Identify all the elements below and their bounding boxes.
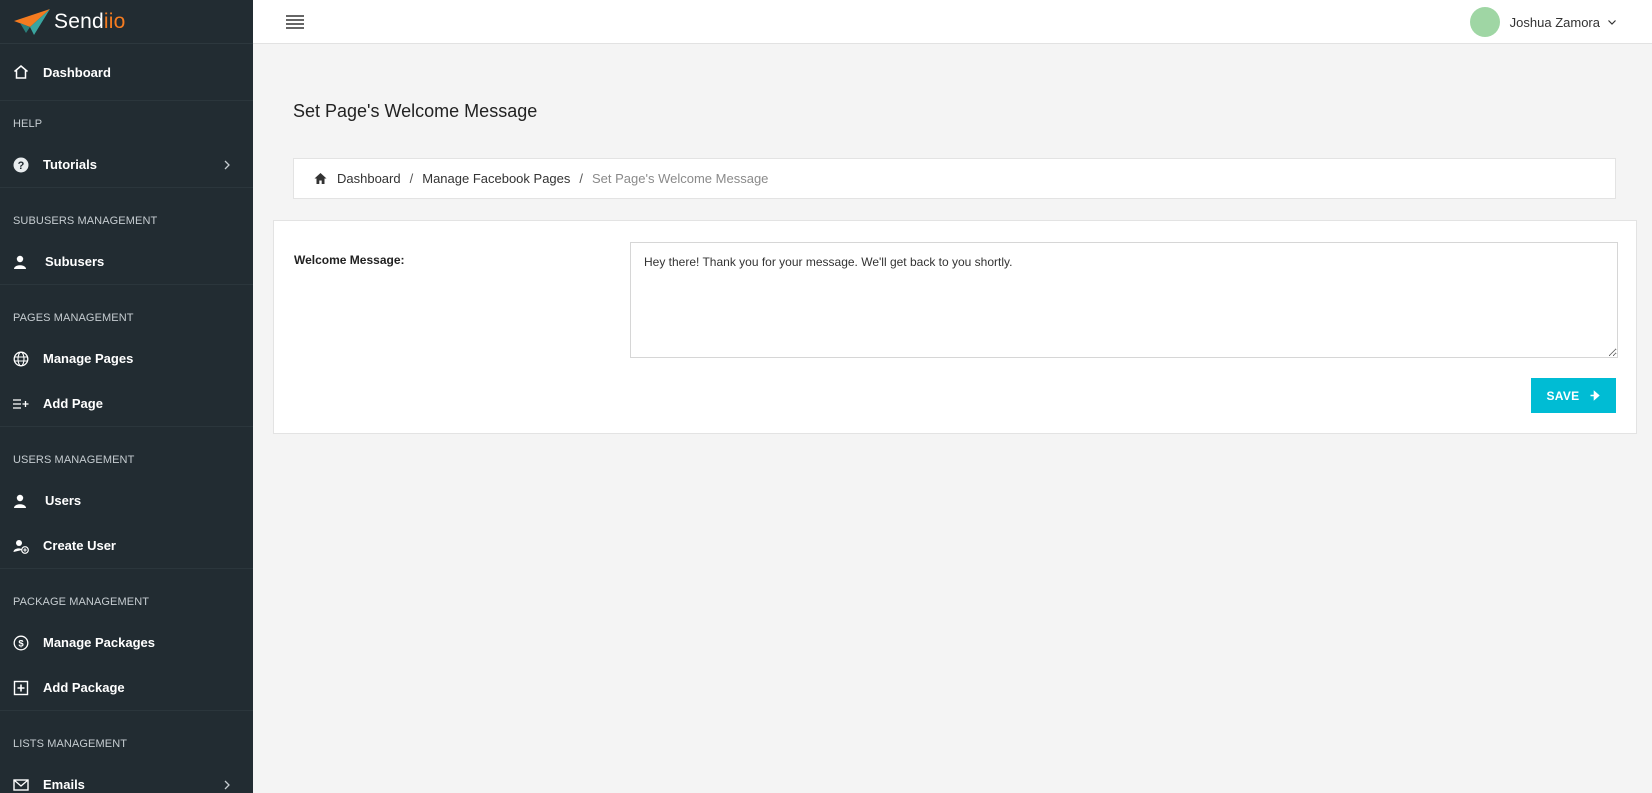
section-users: USERS MANAGEMENT [0,426,253,478]
save-button[interactable]: SAVE [1531,378,1616,413]
section-help: HELP [0,100,253,142]
sidebar-item-create-user[interactable]: Create User [0,523,253,568]
sidebar-item-tutorials[interactable]: ? Tutorials [0,142,253,187]
chevron-down-icon [1608,20,1616,25]
brand-logo[interactable]: Sendiio [0,0,253,44]
breadcrumb-separator: / [409,171,414,186]
welcome-message-label: Welcome Message: [294,253,405,267]
svg-text:?: ? [18,160,25,172]
section-packages: PACKAGE MANAGEMENT [0,568,253,620]
svg-text:$: $ [18,638,24,649]
user-menu[interactable]: Joshua Zamora [1469,7,1617,37]
breadcrumb-link-manage-facebook-pages[interactable]: Manage Facebook Pages [422,171,570,186]
sidebar-item-add-package[interactable]: Add Package [0,665,253,710]
save-button-label: SAVE [1546,388,1580,403]
sidebar-item-subusers[interactable]: Subusers [0,239,253,284]
sidebar-item-manage-packages[interactable]: $ Manage Packages [0,620,253,665]
user-name: Joshua Zamora [1509,14,1600,30]
sidebar-item-label: Manage Pages [43,351,134,366]
chevron-right-icon [224,780,230,789]
sidebar-item-label: Users [45,493,82,508]
sidebar-item-label: Manage Packages [43,635,156,650]
sidebar-item-label: Subusers [45,254,105,269]
home-icon [314,173,327,184]
sidebar-item-label: Add Page [43,396,103,411]
plus-square-icon [13,680,29,696]
sidebar-item-label: Tutorials [43,157,97,172]
breadcrumb-separator: / [579,171,584,186]
page-title: Set Page's Welcome Message [293,101,538,121]
sidebar-item-emails[interactable]: Emails [0,762,253,793]
envelope-icon [13,777,29,793]
breadcrumb-link-dashboard[interactable]: Dashboard [337,171,401,186]
sidebar-item-add-page[interactable]: Add Page [0,381,253,426]
breadcrumb: Dashboard / Manage Facebook Pages / Set … [293,158,1616,199]
dollar-circle-icon: $ [13,635,29,651]
brand-name: Sendiio [54,9,126,33]
breadcrumb-current: Set Page's Welcome Message [592,171,769,186]
topbar: Joshua Zamora [253,0,1652,44]
sidebar-item-label: Dashboard [43,64,111,80]
avatar [1469,7,1500,37]
user-add-icon [13,538,29,554]
arrow-right-icon [1590,390,1600,401]
sidebar-item-label: Create User [43,538,116,553]
sidebar: Sendiio Dashboard HELP ? Tutorials SUBUS… [0,0,253,793]
hamburger-menu-icon[interactable] [286,15,304,29]
user-icon [13,254,29,270]
user-icon [13,493,29,509]
list-add-icon [13,396,29,412]
home-icon [13,64,29,80]
paper-plane-logo-icon [14,8,50,35]
sidebar-item-dashboard[interactable]: Dashboard [0,44,253,100]
section-pages: PAGES MANAGEMENT [0,284,253,336]
question-circle-icon: ? [13,157,29,173]
globe-icon [13,351,29,367]
welcome-message-form: Welcome Message: Hey there! Thank you fo… [273,220,1637,434]
welcome-message-textarea[interactable]: Hey there! Thank you for your message. W… [630,242,1618,358]
sidebar-item-manage-pages[interactable]: Manage Pages [0,336,253,381]
section-subusers: SUBUSERS MANAGEMENT [0,187,253,239]
sidebar-item-label: Add Package [43,680,125,695]
sidebar-item-users[interactable]: Users [0,478,253,523]
section-lists: LISTS MANAGEMENT [0,710,253,762]
sidebar-item-label: Emails [43,777,85,792]
chevron-right-icon [224,160,230,169]
